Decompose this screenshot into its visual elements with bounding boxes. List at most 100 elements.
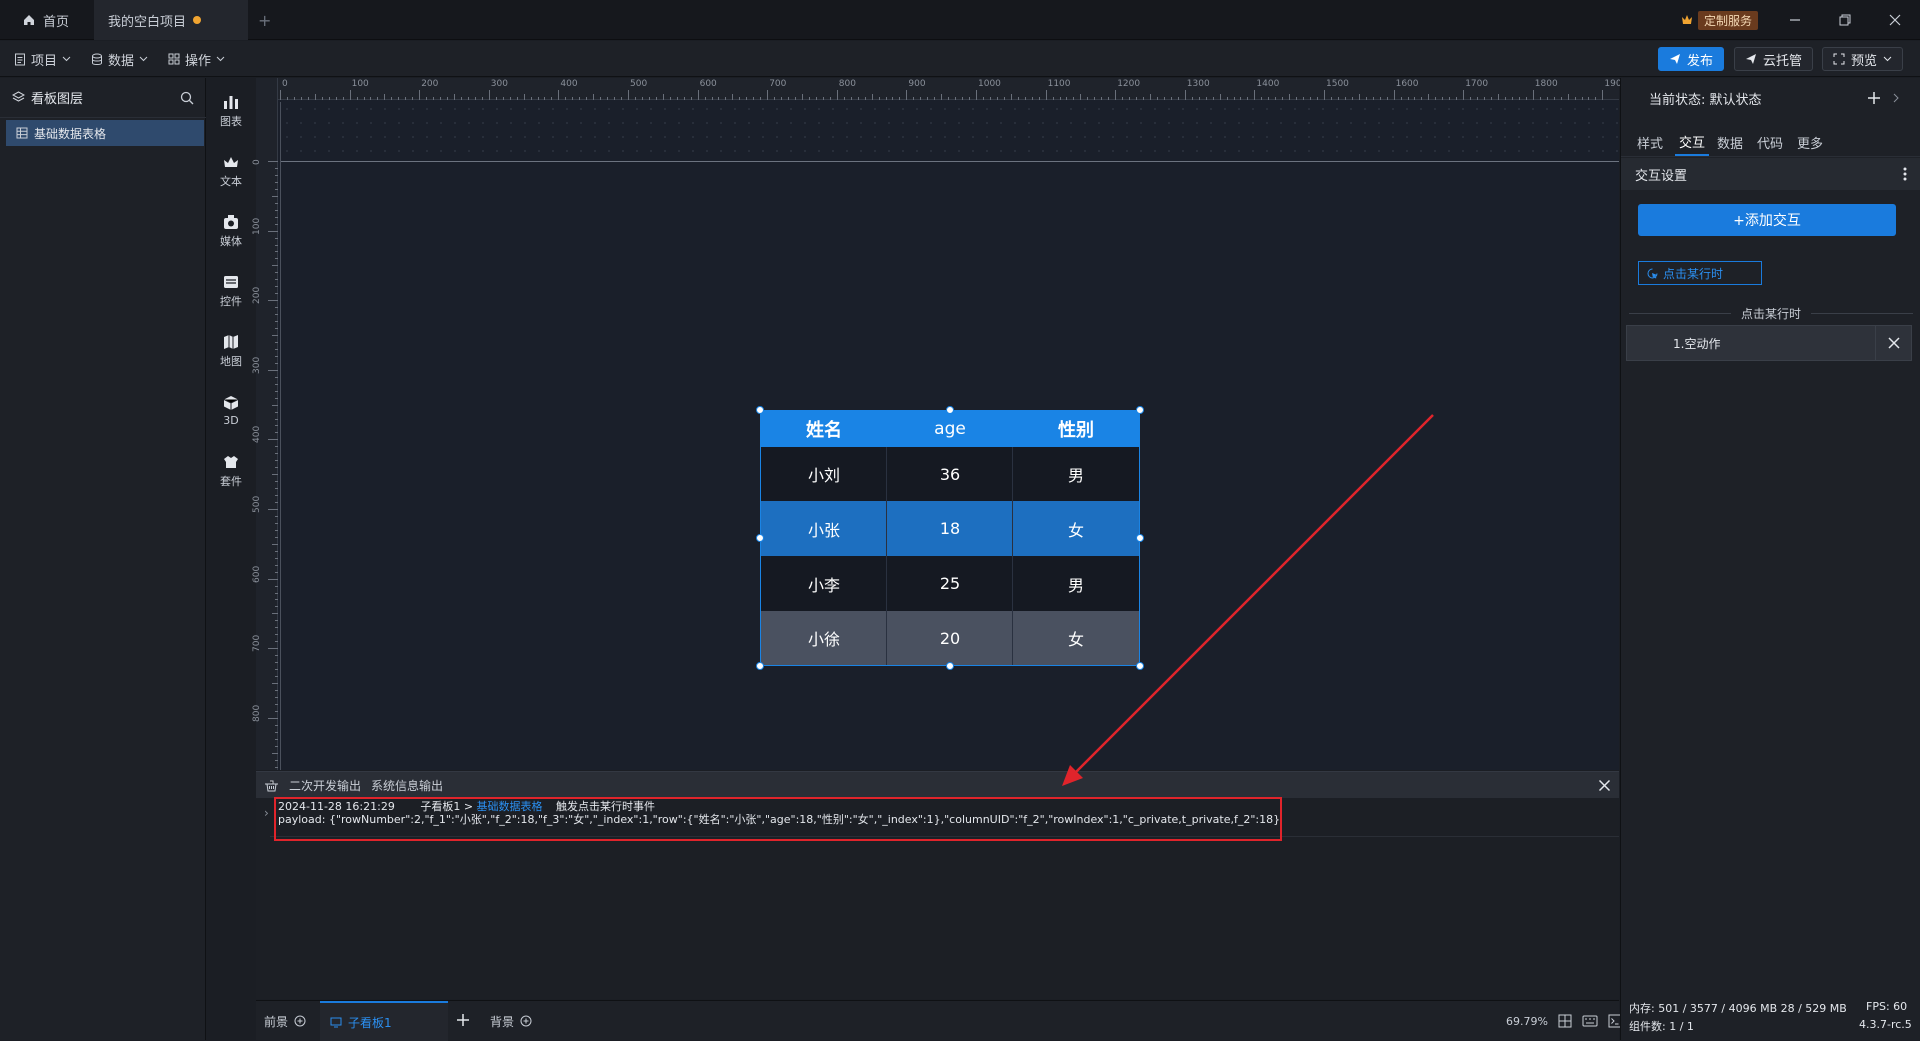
- keyboard-icon[interactable]: [1582, 1015, 1598, 1027]
- tab-interaction[interactable]: 交互: [1675, 128, 1710, 156]
- ruler-tick: [544, 97, 546, 100]
- ruler-label: 200: [421, 79, 439, 89]
- table-header-cell[interactable]: age: [887, 411, 1013, 447]
- close-icon: [1887, 337, 1900, 349]
- cloud-host-button[interactable]: 云托管: [1734, 47, 1814, 71]
- component-chart-label: 图表: [220, 114, 242, 128]
- current-state[interactable]: 当前状态: 默认状态: [1649, 88, 1762, 108]
- restore-button[interactable]: [1820, 0, 1870, 40]
- ruler-tick: [718, 97, 720, 100]
- component-text[interactable]: 文本: [207, 146, 255, 196]
- ruler-tick: [648, 97, 650, 100]
- interaction-section-header: 交互设置: [1621, 158, 1920, 190]
- ruler-tick: [1254, 90, 1256, 100]
- resize-handle[interactable]: [946, 662, 954, 670]
- ruler-tick: [275, 689, 278, 691]
- custom-service-button[interactable]: 定制服务: [1680, 10, 1759, 30]
- ruler-tick: [268, 578, 278, 580]
- footer-tab-subboard[interactable]: 子看板1: [320, 1001, 448, 1041]
- ruler-tick: [1421, 97, 1423, 100]
- delete-action-button[interactable]: [1875, 325, 1911, 361]
- console-tab-system[interactable]: 系统信息输出: [371, 777, 443, 794]
- ruler-tick: [746, 97, 748, 100]
- ruler-tick: [275, 272, 278, 274]
- ruler-tick: [433, 97, 435, 100]
- footer-tab-background[interactable]: 背景: [490, 1001, 532, 1041]
- ruler-tick: [1511, 97, 1513, 100]
- ruler-tick: [1163, 97, 1165, 100]
- close-window-button[interactable]: [1870, 0, 1920, 40]
- ruler-label: 800: [252, 704, 262, 722]
- search-icon[interactable]: [180, 91, 194, 105]
- publish-button[interactable]: 发布: [1658, 47, 1725, 71]
- cloud-host-label: 云托管: [1763, 53, 1803, 69]
- resize-handle[interactable]: [756, 406, 764, 414]
- resize-handle[interactable]: [946, 406, 954, 414]
- menu-operation[interactable]: 操作: [168, 41, 225, 77]
- table-header-cell[interactable]: 姓名: [761, 411, 887, 447]
- ruler-tick: [275, 745, 278, 747]
- ruler-tick: [405, 97, 407, 100]
- close-icon[interactable]: [1598, 779, 1611, 792]
- ruler-tick: [275, 606, 278, 608]
- event-tag[interactable]: 点击某行时: [1638, 261, 1762, 285]
- menu-data[interactable]: 数据: [91, 41, 148, 77]
- ruler-label: 600: [252, 565, 262, 583]
- ruler-tick: [275, 376, 278, 378]
- tab-data[interactable]: 数据: [1717, 128, 1743, 156]
- component-3d[interactable]: 3D: [207, 386, 255, 436]
- ruler-tick: [275, 550, 278, 552]
- ruler-tick: [600, 97, 602, 100]
- ruler-tick: [1052, 97, 1054, 100]
- ruler-tick: [275, 383, 278, 385]
- chevron-right-icon[interactable]: [1893, 93, 1899, 103]
- ruler-tick: [753, 97, 755, 100]
- tab-home[interactable]: 首页: [8, 0, 83, 40]
- component-chart[interactable]: 图表: [207, 86, 255, 136]
- expand-chevron-icon[interactable]: ›: [264, 806, 269, 820]
- add-circle-icon[interactable]: [294, 1015, 306, 1027]
- clear-console-icon[interactable]: [264, 779, 279, 792]
- annotation-arrow: [1062, 414, 1434, 786]
- ruler-tick: [275, 341, 278, 343]
- tab-project[interactable]: 我的空白项目: [94, 0, 248, 40]
- ruler-tick: [1240, 97, 1242, 100]
- component-widget[interactable]: 控件: [207, 266, 255, 316]
- ruler-tick: [275, 258, 278, 260]
- resize-handle[interactable]: [756, 534, 764, 542]
- add-circle-icon[interactable]: [520, 1015, 532, 1027]
- menu-project[interactable]: 项目: [14, 41, 71, 77]
- tab-code[interactable]: 代码: [1757, 128, 1783, 156]
- minimize-button[interactable]: [1770, 0, 1820, 40]
- ruler-tick: [495, 97, 497, 100]
- ruler-tick: [1261, 97, 1263, 100]
- table-cell: 小张: [807, 520, 840, 540]
- component-map[interactable]: 地图: [207, 326, 255, 376]
- plus-icon: [457, 1014, 469, 1026]
- layer-item[interactable]: 基础数据表格: [6, 120, 204, 146]
- component-kit[interactable]: 套件: [207, 446, 255, 496]
- fit-screen-icon[interactable]: [1558, 1014, 1572, 1028]
- tab-style[interactable]: 样式: [1637, 128, 1663, 156]
- resize-handle[interactable]: [756, 662, 764, 670]
- ruler-tick: [1219, 94, 1221, 100]
- ruler-tick: [275, 592, 278, 594]
- add-board-button[interactable]: [456, 1013, 470, 1027]
- preview-button[interactable]: 预览: [1822, 47, 1904, 71]
- add-state-icon[interactable]: [1867, 91, 1881, 105]
- component-map-label: 地图: [220, 354, 242, 368]
- component-media[interactable]: 媒体: [207, 206, 255, 256]
- ruler-tick: [690, 97, 692, 100]
- tab-more[interactable]: 更多: [1797, 128, 1823, 156]
- ruler-tick: [272, 752, 278, 754]
- new-tab-button[interactable]: +: [244, 0, 285, 40]
- footer-tab-foreground[interactable]: 前景: [264, 1001, 306, 1041]
- ruler-tick: [1066, 97, 1068, 100]
- zoom-level[interactable]: 69.79%: [1506, 1015, 1548, 1028]
- ruler-tick: [275, 669, 278, 671]
- ruler-tick: [275, 321, 278, 323]
- add-interaction-button[interactable]: +添加交互: [1638, 204, 1896, 236]
- more-vertical-icon[interactable]: [1903, 167, 1907, 181]
- action-item[interactable]: 1.空动作: [1626, 325, 1912, 361]
- console-tab-dev[interactable]: 二次开发输出: [289, 777, 361, 794]
